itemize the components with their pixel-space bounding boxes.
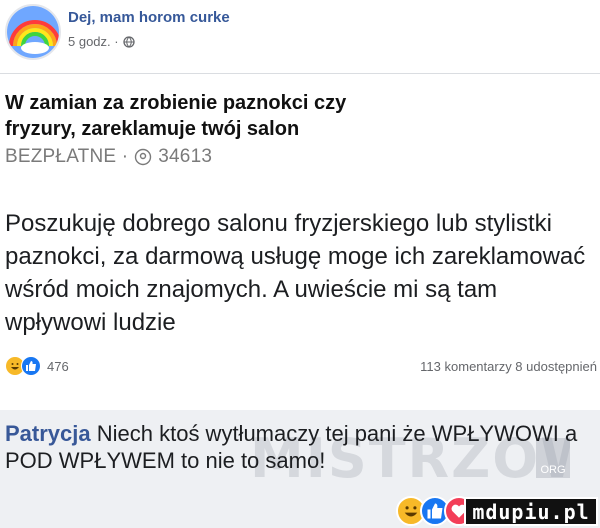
reaction-count[interactable]: 476 (47, 359, 69, 374)
post-time[interactable]: 5 godz. · (68, 34, 119, 49)
reactions-bar: 476 113 komentarzy 8 udostępnień (5, 355, 597, 377)
marketplace-subtitle: BEZPŁATNE · 34613 (5, 146, 212, 168)
location-pin-icon (135, 148, 152, 166)
price-tag: BEZPŁATNE · (5, 146, 129, 167)
post-body: Poszukuję dobrego salonu fryzjerskiego l… (5, 210, 586, 336)
avatar[interactable] (5, 4, 61, 60)
post-author[interactable]: Dej, mam horom curke (68, 9, 230, 26)
post-header: Dej, mam horom curke 5 godz. · (5, 4, 595, 60)
comment: Patrycja Niech ktoś wytłumaczy tej pani … (5, 420, 595, 474)
like-reaction-icon[interactable] (21, 356, 41, 376)
site-logo: mdupiu.pl (464, 497, 598, 526)
marketplace-title[interactable]: W zamian za zrobienie paznokci czy fryzu… (5, 90, 405, 142)
comment-reactions[interactable] (396, 496, 474, 526)
comment-author[interactable]: Patrycja (5, 421, 91, 446)
divider (0, 73, 600, 74)
globe-icon (122, 35, 135, 48)
post-meta: 5 godz. · (68, 34, 135, 49)
comment-text: Niech ktoś wytłumaczy tej pani że WPŁYWO… (5, 421, 578, 473)
post-stats[interactable]: 113 komentarzy 8 udostępnień (420, 359, 597, 374)
location-code: 34613 (158, 146, 213, 167)
